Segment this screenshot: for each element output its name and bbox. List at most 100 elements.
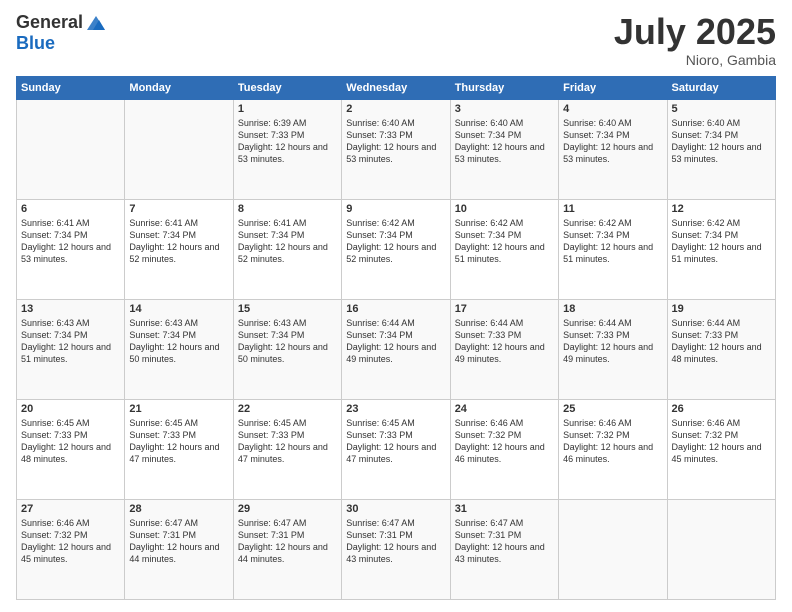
- week-row-1: 1 Sunrise: 6:39 AMSunset: 7:33 PMDaylight…: [17, 99, 776, 199]
- logo-general-text: General: [16, 13, 83, 33]
- table-cell: 29 Sunrise: 6:47 AMSunset: 7:31 PMDayligh…: [233, 499, 341, 599]
- table-cell: 4 Sunrise: 6:40 AMSunset: 7:34 PMDaylight…: [559, 99, 667, 199]
- table-cell: 19 Sunrise: 6:44 AMSunset: 7:33 PMDayligh…: [667, 299, 775, 399]
- day-info: Sunrise: 6:45 AMSunset: 7:33 PMDaylight:…: [129, 417, 228, 466]
- day-info: Sunrise: 6:46 AMSunset: 7:32 PMDaylight:…: [563, 417, 662, 466]
- table-cell: 18Sunrise: 6:44 AMSunset: 7:33 PMDayligh…: [559, 299, 667, 399]
- table-cell: 8Sunrise: 6:41 AMSunset: 7:34 PMDaylight…: [233, 199, 341, 299]
- day-info: Sunrise: 6:44 AMSunset: 7:34 PMDaylight:…: [346, 317, 445, 366]
- table-cell: 15 Sunrise: 6:43 AMSunset: 7:34 PMDayligh…: [233, 299, 341, 399]
- table-cell: 11 Sunrise: 6:42 AMSunset: 7:34 PMDayligh…: [559, 199, 667, 299]
- week-row-2: 6 Sunrise: 6:41 AMSunset: 7:34 PMDaylight…: [17, 199, 776, 299]
- table-cell: 28Sunrise: 6:47 AMSunset: 7:31 PMDayligh…: [125, 499, 233, 599]
- day-number: 14: [129, 303, 228, 315]
- day-info: Sunrise: 6:45 AMSunset: 7:33 PMDaylight:…: [238, 417, 337, 466]
- day-info: Sunrise: 6:44 AMSunset: 7:33 PMDaylight:…: [672, 317, 771, 366]
- table-cell: 21 Sunrise: 6:45 AMSunset: 7:33 PMDayligh…: [125, 399, 233, 499]
- table-cell: 5 Sunrise: 6:40 AMSunset: 7:34 PMDaylight…: [667, 99, 775, 199]
- table-cell: 25Sunrise: 6:46 AMSunset: 7:32 PMDayligh…: [559, 399, 667, 499]
- day-number: 27: [21, 503, 120, 515]
- day-info: Sunrise: 6:45 AMSunset: 7:33 PMDaylight:…: [21, 417, 120, 466]
- table-cell: 26 Sunrise: 6:46 AMSunset: 7:32 PMDayligh…: [667, 399, 775, 499]
- day-number: 9: [346, 203, 445, 215]
- day-number: 23: [346, 403, 445, 415]
- day-info: Sunrise: 6:42 AMSunset: 7:34 PMDaylight:…: [563, 217, 662, 266]
- table-cell: 22 Sunrise: 6:45 AMSunset: 7:33 PMDayligh…: [233, 399, 341, 499]
- table-cell: 24Sunrise: 6:46 AMSunset: 7:32 PMDayligh…: [450, 399, 558, 499]
- header-tuesday: Tuesday: [233, 76, 341, 99]
- day-number: 21: [129, 403, 228, 415]
- header-wednesday: Wednesday: [342, 76, 450, 99]
- day-number: 29: [238, 503, 337, 515]
- day-number: 22: [238, 403, 337, 415]
- day-number: 24: [455, 403, 554, 415]
- day-number: 13: [21, 303, 120, 315]
- table-cell: 23Sunrise: 6:45 AMSunset: 7:33 PMDayligh…: [342, 399, 450, 499]
- day-number: 26: [672, 403, 771, 415]
- calendar-header-row: Sunday Monday Tuesday Wednesday Thursday…: [17, 76, 776, 99]
- header-sunday: Sunday: [17, 76, 125, 99]
- table-cell: [125, 99, 233, 199]
- day-info: Sunrise: 6:47 AMSunset: 7:31 PMDaylight:…: [346, 517, 445, 566]
- table-cell: 31Sunrise: 6:47 AMSunset: 7:31 PMDayligh…: [450, 499, 558, 599]
- week-row-3: 13 Sunrise: 6:43 AMSunset: 7:34 PMDayligh…: [17, 299, 776, 399]
- month-title: July 2025: [614, 12, 776, 52]
- table-cell: 6Sunrise: 6:41 AMSunset: 7:34 PMDaylight…: [17, 199, 125, 299]
- table-cell: [667, 499, 775, 599]
- table-cell: 12 Sunrise: 6:42 AMSunset: 7:34 PMDayligh…: [667, 199, 775, 299]
- header-monday: Monday: [125, 76, 233, 99]
- day-info: Sunrise: 6:41 AMSunset: 7:34 PMDaylight:…: [238, 217, 337, 266]
- day-number: 12: [672, 203, 771, 215]
- day-info: Sunrise: 6:41 AMSunset: 7:34 PMDaylight:…: [129, 217, 228, 266]
- day-number: 19: [672, 303, 771, 315]
- table-cell: 7 Sunrise: 6:41 AMSunset: 7:34 PMDaylight…: [125, 199, 233, 299]
- day-number: 10: [455, 203, 554, 215]
- table-cell: 17Sunrise: 6:44 AMSunset: 7:33 PMDayligh…: [450, 299, 558, 399]
- day-number: 2: [346, 103, 445, 115]
- table-cell: [17, 99, 125, 199]
- title-block: July 2025 Nioro, Gambia: [614, 12, 776, 68]
- day-info: Sunrise: 6:42 AMSunset: 7:34 PMDaylight:…: [455, 217, 554, 266]
- header-saturday: Saturday: [667, 76, 775, 99]
- page: General Blue July 2025 Nioro, Gambia Sun…: [0, 0, 792, 612]
- week-row-5: 27 Sunrise: 6:46 AMSunset: 7:32 PMDayligh…: [17, 499, 776, 599]
- table-cell: 2 Sunrise: 6:40 AMSunset: 7:33 PMDaylight…: [342, 99, 450, 199]
- table-cell: 16Sunrise: 6:44 AMSunset: 7:34 PMDayligh…: [342, 299, 450, 399]
- header-friday: Friday: [559, 76, 667, 99]
- header-thursday: Thursday: [450, 76, 558, 99]
- day-info: Sunrise: 6:43 AMSunset: 7:34 PMDaylight:…: [238, 317, 337, 366]
- day-info: Sunrise: 6:42 AMSunset: 7:34 PMDaylight:…: [346, 217, 445, 266]
- logo-blue-text: Blue: [16, 34, 107, 54]
- table-cell: [559, 499, 667, 599]
- table-cell: 30Sunrise: 6:47 AMSunset: 7:31 PMDayligh…: [342, 499, 450, 599]
- day-info: Sunrise: 6:44 AMSunset: 7:33 PMDaylight:…: [455, 317, 554, 366]
- table-cell: 1 Sunrise: 6:39 AMSunset: 7:33 PMDaylight…: [233, 99, 341, 199]
- day-info: Sunrise: 6:43 AMSunset: 7:34 PMDaylight:…: [129, 317, 228, 366]
- day-info: Sunrise: 6:40 AMSunset: 7:34 PMDaylight:…: [672, 117, 771, 166]
- day-number: 1: [238, 103, 337, 115]
- day-info: Sunrise: 6:44 AMSunset: 7:33 PMDaylight:…: [563, 317, 662, 366]
- day-number: 11: [563, 203, 662, 215]
- day-info: Sunrise: 6:40 AMSunset: 7:34 PMDaylight:…: [563, 117, 662, 166]
- day-info: Sunrise: 6:42 AMSunset: 7:34 PMDaylight:…: [672, 217, 771, 266]
- table-cell: 14 Sunrise: 6:43 AMSunset: 7:34 PMDayligh…: [125, 299, 233, 399]
- table-cell: 20 Sunrise: 6:45 AMSunset: 7:33 PMDayligh…: [17, 399, 125, 499]
- table-cell: 10 Sunrise: 6:42 AMSunset: 7:34 PMDayligh…: [450, 199, 558, 299]
- day-info: Sunrise: 6:47 AMSunset: 7:31 PMDaylight:…: [238, 517, 337, 566]
- day-number: 20: [21, 403, 120, 415]
- day-number: 5: [672, 103, 771, 115]
- day-info: Sunrise: 6:40 AMSunset: 7:33 PMDaylight:…: [346, 117, 445, 166]
- calendar-table: Sunday Monday Tuesday Wednesday Thursday…: [16, 76, 776, 600]
- day-number: 31: [455, 503, 554, 515]
- logo-icon: [85, 12, 107, 34]
- day-info: Sunrise: 6:46 AMSunset: 7:32 PMDaylight:…: [672, 417, 771, 466]
- day-info: Sunrise: 6:46 AMSunset: 7:32 PMDaylight:…: [21, 517, 120, 566]
- day-number: 7: [129, 203, 228, 215]
- day-number: 15: [238, 303, 337, 315]
- day-number: 28: [129, 503, 228, 515]
- day-number: 6: [21, 203, 120, 215]
- day-info: Sunrise: 6:39 AMSunset: 7:33 PMDaylight:…: [238, 117, 337, 166]
- day-info: Sunrise: 6:40 AMSunset: 7:34 PMDaylight:…: [455, 117, 554, 166]
- day-number: 4: [563, 103, 662, 115]
- table-cell: 27 Sunrise: 6:46 AMSunset: 7:32 PMDayligh…: [17, 499, 125, 599]
